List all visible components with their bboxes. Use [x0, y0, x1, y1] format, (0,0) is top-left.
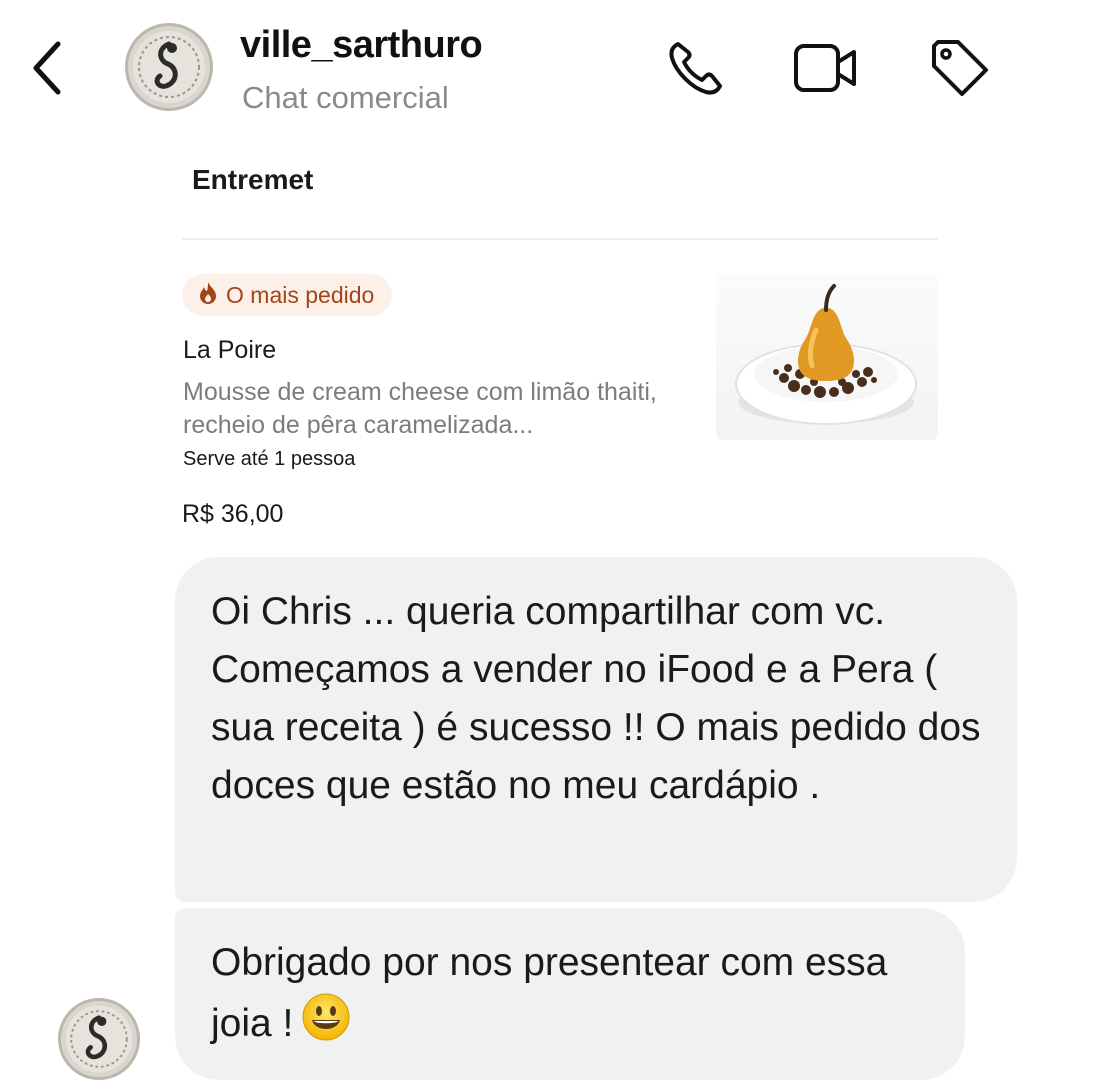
status-badge: O mais pedido: [182, 274, 393, 316]
item-serving-info: Serve até 1 pessoa: [183, 448, 356, 470]
phone-icon[interactable]: [664, 36, 728, 100]
message-text: Oi Chris ... queria compartilhar com vc.…: [211, 590, 981, 807]
grinning-face-emoji: [301, 992, 351, 1059]
back-chevron-icon[interactable]: [28, 40, 68, 96]
section-title: Entremet: [192, 164, 314, 195]
tag-icon[interactable]: [926, 36, 990, 100]
sender-avatar[interactable]: [58, 998, 140, 1080]
shared-product-card[interactable]: Entremet O mais pedido La Poire Mousse d…: [78, 140, 990, 550]
fire-icon: [198, 281, 218, 310]
badge-label: O mais pedido: [226, 281, 375, 308]
contact-username[interactable]: ville_sarthuro: [240, 24, 483, 67]
chat-header: ville_sarthuro Chat comercial: [0, 0, 1100, 130]
chat-type-label: Chat comercial: [242, 80, 449, 115]
item-name: La Poire: [183, 336, 277, 364]
message-bubble[interactable]: Obrigado por nos presentear com essa joi…: [175, 908, 965, 1080]
divider: [182, 238, 938, 240]
item-price: R$ 36,00: [182, 500, 284, 528]
message-bubble[interactable]: Oi Chris ... queria compartilhar com vc.…: [175, 557, 1017, 902]
contact-avatar[interactable]: [125, 23, 213, 111]
message-text-container: Obrigado por nos presentear com essa joi…: [211, 934, 951, 1059]
item-description: Mousse de cream cheese com limão thaiti,…: [183, 378, 657, 439]
product-image: [716, 274, 938, 440]
video-camera-icon[interactable]: [792, 36, 856, 100]
